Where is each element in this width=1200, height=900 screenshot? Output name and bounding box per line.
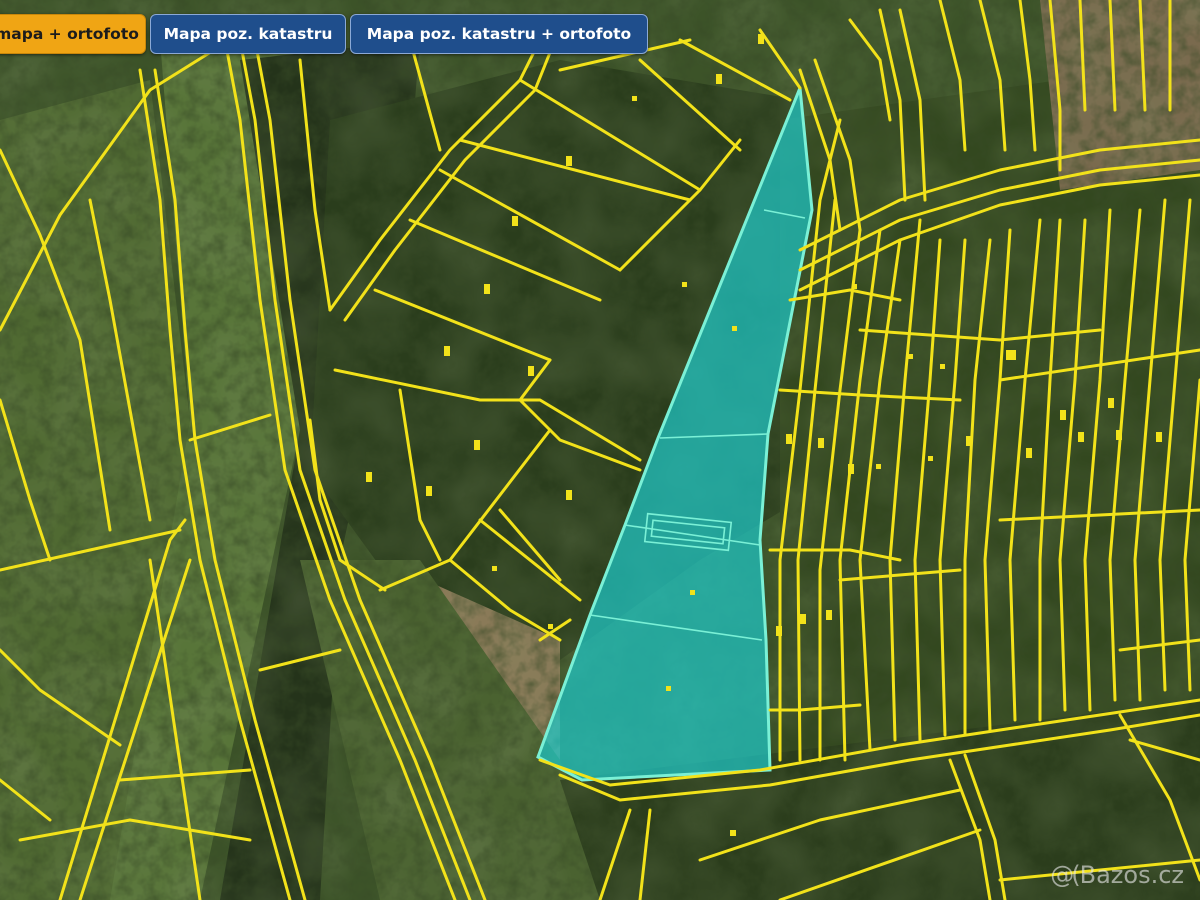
orthophoto-map-button[interactable]: mapa + ortofoto [0, 14, 146, 54]
watermark-text: Bazos.cz [1079, 861, 1184, 889]
cadastral-orthophoto-map-button[interactable]: Mapa poz. katastru + ortofoto [350, 14, 648, 54]
bazos-logo-icon: @( [1050, 861, 1080, 889]
orthophoto-cadastral-map[interactable] [0, 0, 1200, 900]
watermark: @( Bazos.cz [1050, 858, 1184, 892]
cadastral-map-button[interactable]: Mapa poz. katastru [150, 14, 346, 54]
cadastral-map-viewer: mapa + ortofoto Mapa poz. katastru Mapa … [0, 0, 1200, 900]
